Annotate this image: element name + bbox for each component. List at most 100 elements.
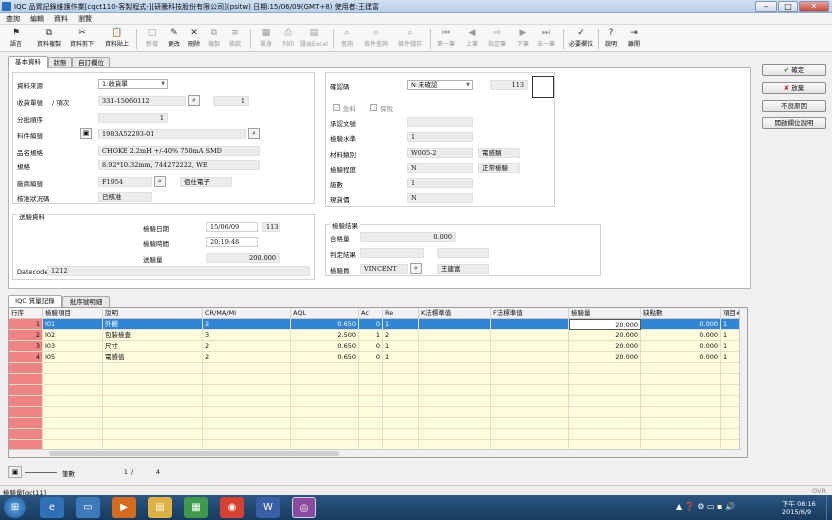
cell-item[interactable] (43, 363, 103, 374)
cell-item[interactable] (43, 429, 103, 440)
cell-aql[interactable]: 2.500 (291, 330, 359, 341)
table-row[interactable]: 1 I01 外觀 2 0.650 0 1 20.000 0.000 1 (9, 319, 747, 330)
tb-export-excel-button[interactable]: ▤ 匯出Excel (298, 27, 330, 51)
start-button[interactable]: ⊞ (4, 497, 26, 518)
confirm-button[interactable]: ✔ 確定 (762, 64, 826, 76)
cell-item[interactable]: I03 (43, 341, 103, 352)
cell-cr-ma-mi[interactable] (203, 407, 291, 418)
cell-f-std[interactable] (491, 407, 569, 418)
search-icon[interactable]: ⌕ (410, 263, 422, 274)
cell-desc[interactable]: 外觀 (103, 319, 203, 330)
cell-row-no[interactable] (9, 418, 43, 429)
table-row[interactable] (9, 385, 747, 396)
cell-cr-ma-mi[interactable]: 2 (203, 341, 291, 352)
cell-k-std[interactable] (419, 418, 491, 429)
menu-browse[interactable]: 瀏覽 (78, 14, 92, 24)
grid-hscrollbar[interactable] (9, 449, 741, 457)
bonded-checkbox[interactable] (370, 104, 377, 111)
confirm-dropdown[interactable]: N:未確認 ▼ (407, 80, 473, 90)
scroll-thumb[interactable] (49, 451, 339, 456)
taskbar-explorer-icon[interactable]: ▭ (76, 497, 100, 518)
col-header-re[interactable]: Re (383, 308, 419, 319)
cell-k-std[interactable] (419, 319, 491, 330)
taskbar-erp-icon[interactable]: ◎ (292, 497, 316, 518)
cell-k-std[interactable] (419, 330, 491, 341)
cell-f-std[interactable] (491, 330, 569, 341)
cell-k-std[interactable] (419, 341, 491, 352)
cell-row-no[interactable]: 2 (9, 330, 43, 341)
table-row[interactable] (9, 407, 747, 418)
cell-qty[interactable] (569, 396, 641, 407)
cell-cr-ma-mi[interactable] (203, 396, 291, 407)
col-header-k-std[interactable]: K法標準值 (419, 308, 491, 319)
cell-k-std[interactable] (419, 429, 491, 440)
cell-k-std[interactable] (419, 396, 491, 407)
minimize-button[interactable]: – (755, 1, 777, 12)
cell-desc[interactable]: 尺寸 (103, 341, 203, 352)
tab-basic[interactable]: 基本資料 (8, 56, 48, 68)
taskbar-chrome-icon[interactable]: ◉ (220, 497, 244, 518)
cell-aql[interactable] (291, 407, 359, 418)
cell-cr-ma-mi[interactable]: 3 (203, 330, 291, 341)
inspector-code-field[interactable]: VINCENT (360, 264, 408, 274)
date-field[interactable]: 15/06/09 (206, 222, 258, 232)
cell-ac[interactable] (359, 407, 383, 418)
show-desktop-button[interactable] (826, 495, 832, 520)
cell-k-std[interactable] (419, 374, 491, 385)
tray-icons[interactable]: ▲ ❓ ⚙ ▭ ▪ 🔊 (676, 502, 735, 511)
cell-ac[interactable] (359, 374, 383, 385)
table-row[interactable] (9, 374, 747, 385)
material-field[interactable]: W005-2 (407, 148, 473, 158)
cell-re[interactable] (383, 374, 419, 385)
tb-cut-button[interactable]: ✂ 資料剪下 (66, 27, 98, 51)
col-header-defects[interactable]: 缺點數 (641, 308, 721, 319)
cell-cr-ma-mi[interactable] (203, 385, 291, 396)
menu-data[interactable]: 資料 (54, 14, 68, 24)
cell-defects[interactable] (641, 418, 721, 429)
cell-f-std[interactable] (491, 352, 569, 363)
cell-row-no[interactable] (9, 396, 43, 407)
cell-aql[interactable]: 0.650 (291, 341, 359, 352)
cell-row-no[interactable]: 3 (9, 341, 43, 352)
part-no-field[interactable]: 1983A52293-01 (98, 129, 246, 139)
cell-f-std[interactable] (491, 319, 569, 330)
product-name-field[interactable]: CHOKE 2.2mH +/-40% 750mA SMD (98, 146, 260, 156)
cell-f-std[interactable] (491, 385, 569, 396)
col-header-aql[interactable]: AQL (291, 308, 359, 319)
search-icon[interactable]: ⌕ (188, 95, 200, 106)
tb-language-button[interactable]: ⚑ 語言 (0, 27, 32, 51)
cell-cr-ma-mi[interactable] (203, 374, 291, 385)
cell-desc[interactable] (103, 429, 203, 440)
taskbar-folder-icon[interactable]: ▤ (148, 497, 172, 518)
tb-cond-save-button[interactable]: ⌕ 條件儲存 (394, 27, 426, 51)
cell-re[interactable]: 1 (383, 352, 419, 363)
cell-desc[interactable] (103, 385, 203, 396)
col-header-item[interactable]: 檢驗項目 (43, 308, 103, 319)
cell-item[interactable] (43, 374, 103, 385)
cell-defects[interactable] (641, 429, 721, 440)
cell-item[interactable] (43, 418, 103, 429)
cell-aql[interactable] (291, 429, 359, 440)
cell-defects[interactable] (641, 385, 721, 396)
tb-exit-button[interactable]: ⇥ 離開 (620, 27, 648, 51)
col-header-f-std[interactable]: F法標準值 (491, 308, 569, 319)
table-row[interactable]: 4 I05 電感值 2 0.650 0 1 20.000 0.000 1 (9, 352, 747, 363)
cell-desc[interactable] (103, 363, 203, 374)
table-row[interactable]: 2 I02 包裝檢查 3 2.500 1 2 20.000 0.000 1 (9, 330, 747, 341)
cell-desc[interactable]: 電感值 (103, 352, 203, 363)
cell-qty[interactable] (569, 363, 641, 374)
cell-item[interactable] (43, 385, 103, 396)
record-nav-icon[interactable]: ▣ (8, 466, 22, 478)
col-header-qty[interactable]: 檢驗量 (569, 308, 641, 319)
cell-row-no[interactable] (9, 374, 43, 385)
cell-qty[interactable] (569, 407, 641, 418)
cell-aql[interactable] (291, 363, 359, 374)
cell-defects[interactable] (641, 363, 721, 374)
count-field[interactable]: 1 (407, 178, 473, 188)
cell-row-no[interactable] (9, 363, 43, 374)
cell-row-no[interactable]: 1 (9, 319, 43, 330)
table-row[interactable] (9, 429, 747, 440)
cell-defects[interactable]: 0.000 (641, 319, 721, 330)
tab-lot-serial[interactable]: 批序號明細 (62, 296, 110, 307)
cell-ac[interactable] (359, 363, 383, 374)
